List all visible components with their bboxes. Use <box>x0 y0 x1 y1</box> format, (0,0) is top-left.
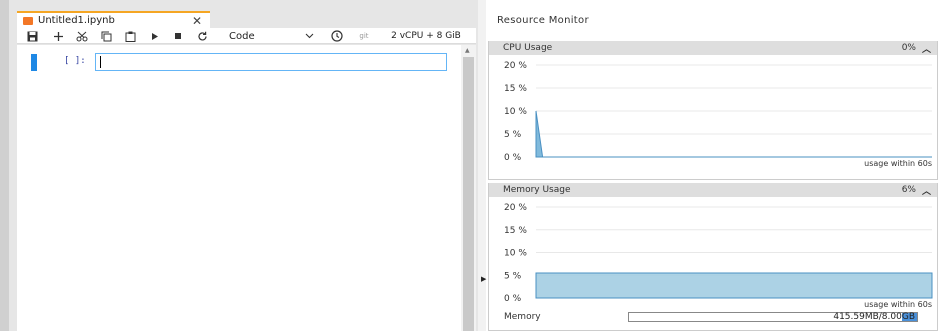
chevron-up-icon[interactable]: ︿ <box>922 184 931 197</box>
scroll-up-icon[interactable]: ▲ <box>465 47 470 54</box>
chart-footer: usage within 60s <box>864 300 932 309</box>
panel-divider[interactable]: ▶ <box>478 0 486 331</box>
add-cell-icon[interactable] <box>51 28 65 44</box>
cpu-percent: 0% <box>901 43 916 53</box>
y-tick-label: 10 % <box>504 107 527 117</box>
cpu-panel-header[interactable]: CPU Usage 0% ︿ <box>489 41 937 55</box>
cpu-label: CPU Usage <box>503 43 553 53</box>
git-label[interactable]: git <box>356 28 372 44</box>
cut-icon[interactable] <box>75 28 89 44</box>
left-sidebar-strip <box>0 0 9 331</box>
y-tick-label: 20 % <box>504 203 527 213</box>
save-icon[interactable] <box>25 28 39 44</box>
restart-icon[interactable] <box>195 28 209 44</box>
y-tick-label: 20 % <box>504 61 527 71</box>
memory-usage-chart: 20 % 15 % 10 % 5 % 0 % usage within 60s <box>504 203 933 309</box>
memory-label: Memory Usage <box>503 185 571 195</box>
cell-type-select[interactable]: Code <box>229 28 279 44</box>
notebook-area: Untitled1.ipynb ✕ Code git 2 vCPU + 8 Gi… <box>0 0 478 331</box>
notebook-body <box>17 45 461 331</box>
memory-percent: 6% <box>901 185 916 195</box>
chevron-down-icon[interactable] <box>303 28 315 44</box>
stop-icon[interactable] <box>171 28 185 44</box>
notebook-icon <box>23 16 33 25</box>
y-tick-label: 10 % <box>504 249 527 259</box>
notebook-tab[interactable]: Untitled1.ipynb ✕ <box>17 11 210 28</box>
y-tick-label: 15 % <box>504 84 527 94</box>
tab-title: Untitled1.ipynb <box>38 15 115 26</box>
paste-icon[interactable] <box>123 28 137 44</box>
chart-footer: usage within 60s <box>864 159 932 168</box>
close-tab-icon[interactable]: ✕ <box>192 15 202 27</box>
resource-monitor-title: Resource Monitor <box>497 15 589 26</box>
kernel-status[interactable]: 2 vCPU + 8 GiB <box>383 28 469 44</box>
collapse-arrow-icon[interactable]: ▶ <box>481 275 486 283</box>
cell-prompt: [ ]: <box>64 56 86 66</box>
memory-row-label: Memory <box>504 312 541 322</box>
cpu-usage-chart: 20 % 15 % 10 % 5 % 0 % usage within 60s <box>504 61 932 168</box>
y-tick-label: 15 % <box>504 226 527 236</box>
text-caret <box>100 56 101 68</box>
memory-row: Memory 415.59MB/8.00GB <box>504 310 934 324</box>
clock-icon[interactable] <box>330 28 344 44</box>
notebook-toolbar: Code git 2 vCPU + 8 GiB <box>17 28 476 44</box>
copy-icon[interactable] <box>99 28 113 44</box>
y-tick-label: 5 % <box>504 271 522 281</box>
run-icon[interactable] <box>147 28 161 44</box>
memory-value: 415.59MB/8.00GB <box>833 312 915 322</box>
memory-panel-header[interactable]: Memory Usage 6% ︿ <box>489 183 937 197</box>
code-cell-input[interactable] <box>95 53 447 71</box>
memory-progress-bar: 415.59MB/8.00GB <box>628 312 918 322</box>
notebook-scrollbar[interactable]: ▲ <box>461 45 476 331</box>
usage-area <box>535 272 933 299</box>
active-cell-marker <box>31 54 37 71</box>
y-tick-label: 0 % <box>504 294 522 304</box>
chevron-up-icon[interactable]: ︿ <box>922 42 931 55</box>
y-tick-label: 0 % <box>504 153 522 163</box>
y-tick-label: 5 % <box>504 130 522 140</box>
scrollbar-thumb[interactable] <box>463 57 474 331</box>
